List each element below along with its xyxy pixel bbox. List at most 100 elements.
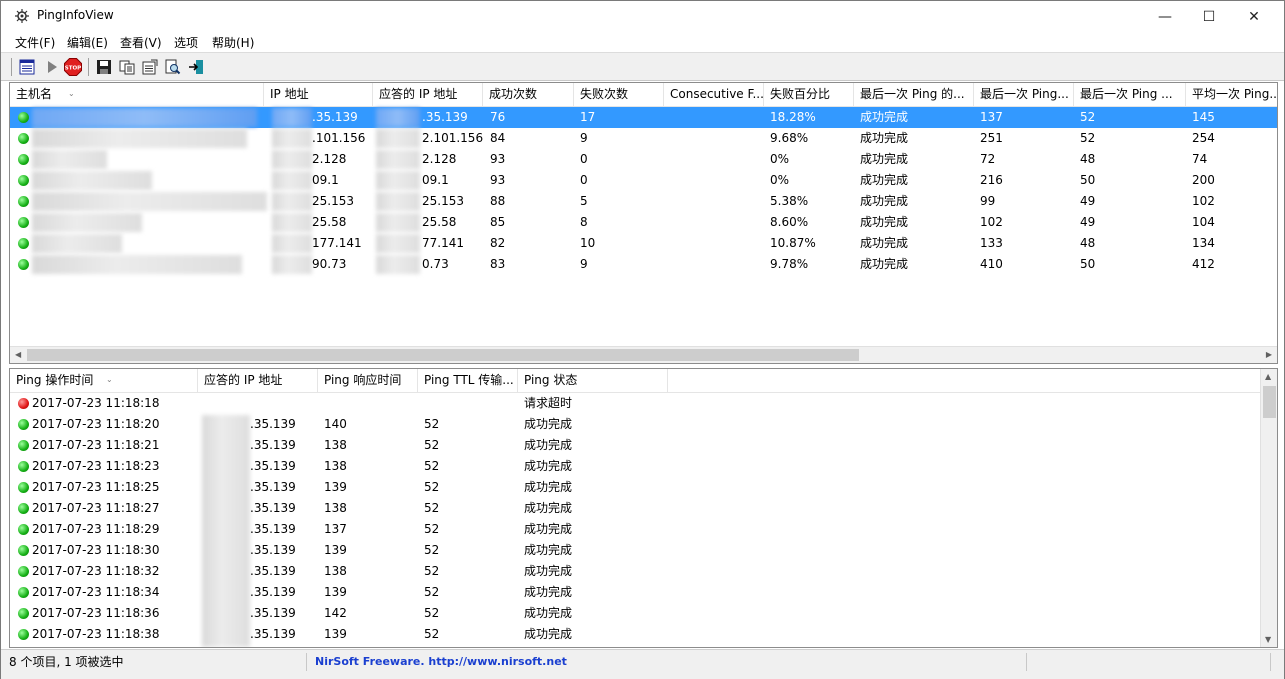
table-row[interactable]: 25.153 25.153 88 5 5.38% 成功完成 99 49 102 [10, 191, 1277, 212]
copy-icon[interactable] [118, 58, 136, 76]
list-item[interactable]: 2017-07-23 11:18:18 请求超时 [10, 393, 1277, 414]
table-row[interactable]: 90.73 0.73 83 9 9.78% 成功完成 410 50 412 [10, 254, 1277, 275]
cell-ip: 177.141 [312, 236, 362, 250]
cell-ttl: 52 [424, 585, 440, 599]
col-avg[interactable]: 平均一次 Ping... [1186, 83, 1277, 107]
properties-icon[interactable] [141, 58, 159, 76]
toolbar-separator [11, 58, 12, 76]
find-icon[interactable] [164, 58, 182, 76]
cell-consecutive [664, 191, 670, 212]
cell-last-time: 99 [980, 194, 996, 208]
col-last-time[interactable]: 最后一次 Ping... [974, 83, 1074, 107]
status-ok-icon [18, 196, 29, 207]
list-item[interactable]: 2017-07-23 11:18:36 .35.139 142 52 成功完成 [10, 603, 1277, 624]
list-item[interactable]: 2017-07-23 11:18:23 .35.139 138 52 成功完成 [10, 456, 1277, 477]
cell-response: 138 [324, 501, 347, 515]
title-bar[interactable]: PingInfoView — ☐ ✕ [1, 1, 1284, 32]
cell-reply-ip: .35.139 [250, 585, 296, 599]
table-row[interactable]: 177.141 77.141 82 10 10.87% 成功完成 133 48 … [10, 233, 1277, 254]
table-row[interactable]: 25.58 25.58 85 8 8.60% 成功完成 102 49 104 [10, 212, 1277, 233]
col-reply-ip[interactable]: 应答的 IP 地址 [373, 83, 483, 107]
menu-file[interactable]: 文件(F) [15, 34, 55, 51]
col-last-ttl[interactable]: 最后一次 Ping ... [1074, 83, 1186, 107]
menu-options[interactable]: 选项 [174, 34, 198, 51]
list-item[interactable]: 2017-07-23 11:18:27 .35.139 138 52 成功完成 [10, 498, 1277, 519]
cell-fail-pct: 0% [770, 152, 790, 166]
scroll-left-icon[interactable]: ◀ [15, 350, 21, 359]
redacted-reply-ip [376, 255, 420, 274]
exit-icon[interactable] [187, 58, 205, 76]
menu-edit[interactable]: 编辑(E) [67, 34, 108, 51]
list-item[interactable]: 2017-07-23 11:18:21 .35.139 138 52 成功完成 [10, 435, 1277, 456]
cell-avg: 145 [1192, 110, 1215, 124]
menu-help[interactable]: 帮助(H) [212, 34, 254, 51]
cell-ttl: 52 [424, 417, 440, 431]
cell-fail: 0 [580, 152, 588, 166]
nirsoft-link[interactable]: NirSoft Freeware. http://www.nirsoft.net [311, 653, 1027, 671]
scroll-down-icon[interactable]: ▼ [1265, 635, 1271, 644]
minimize-button[interactable]: — [1142, 1, 1188, 32]
col-fail-pct[interactable]: 失败百分比 [764, 83, 854, 107]
status-ok-icon [18, 133, 29, 144]
redacted-reply-ip [376, 192, 420, 211]
col-fail[interactable]: 失败次数 [574, 83, 664, 107]
cell-reply-ip: .35.139 [422, 110, 468, 124]
cell-success: 88 [490, 194, 506, 208]
cell-avg: 102 [1192, 194, 1215, 208]
cell-fail-pct: 9.68% [770, 131, 809, 145]
col-last-status[interactable]: 最后一次 Ping 的... [854, 83, 974, 107]
horizontal-scrollbar[interactable]: ◀ ▶ [10, 346, 1277, 363]
cell-consecutive [664, 254, 670, 275]
col-consecutive[interactable]: Consecutive F... [664, 83, 764, 107]
cell-response: 138 [324, 459, 347, 473]
col-hostname[interactable]: 主机名 ⌄ [10, 83, 264, 107]
col-response-time[interactable]: Ping 响应时间 [318, 369, 418, 393]
col-ping-status[interactable]: Ping 状态 [518, 369, 668, 393]
cell-status: 成功完成 [860, 257, 909, 271]
maximize-button[interactable]: ☐ [1186, 1, 1232, 32]
scroll-up-icon[interactable]: ▲ [1265, 372, 1271, 381]
cell-time: 2017-07-23 11:18:25 [32, 480, 160, 494]
close-button[interactable]: ✕ [1231, 1, 1277, 32]
stop-icon[interactable]: STOP [64, 58, 82, 76]
scroll-right-icon[interactable]: ▶ [1266, 350, 1272, 359]
list-item[interactable]: 2017-07-23 11:18:34 .35.139 139 52 成功完成 [10, 582, 1277, 603]
cell-time: 2017-07-23 11:18:23 [32, 459, 160, 473]
list-icon[interactable] [18, 58, 36, 76]
col-ping-time[interactable]: Ping 操作时间 ⌄ [10, 369, 198, 393]
cell-response: 139 [324, 480, 347, 494]
cell-ttl: 52 [424, 480, 440, 494]
col-ip[interactable]: IP 地址 [264, 83, 373, 107]
cell-ping-status: 成功完成 [524, 606, 573, 620]
table-row[interactable]: .101.156 2.101.156 84 9 9.68% 成功完成 251 5… [10, 128, 1277, 149]
cell-status: 成功完成 [860, 173, 909, 187]
col-success[interactable]: 成功次数 [483, 83, 574, 107]
scrollbar-thumb[interactable] [27, 349, 859, 361]
cell-ping-status: 成功完成 [524, 417, 573, 431]
list-item[interactable]: 2017-07-23 11:18:38 .35.139 139 52 成功完成 [10, 624, 1277, 645]
cell-fail: 9 [580, 257, 588, 271]
cell-fail: 5 [580, 194, 588, 208]
list-item[interactable]: 2017-07-23 11:18:30 .35.139 139 52 成功完成 [10, 540, 1277, 561]
cell-last-ttl: 52 [1080, 110, 1096, 124]
table-row[interactable]: .35.139 .35.139 76 17 18.28% 成功完成 137 52… [10, 107, 1277, 128]
menu-view[interactable]: 查看(V) [120, 34, 162, 51]
col-ttl[interactable]: Ping TTL 传输... [418, 369, 518, 393]
scrollbar-thumb[interactable] [1263, 386, 1276, 418]
col-history-reply-ip[interactable]: 应答的 IP 地址 [198, 369, 318, 393]
list-item[interactable]: 2017-07-23 11:18:32 .35.139 138 52 成功完成 [10, 561, 1277, 582]
save-icon[interactable] [95, 58, 113, 76]
vertical-scrollbar[interactable]: ▲ ▼ [1260, 369, 1277, 647]
table-row[interactable]: 09.1 09.1 93 0 0% 成功完成 216 50 200 [10, 170, 1277, 191]
table-row[interactable]: 2.128 2.128 93 0 0% 成功完成 72 48 74 [10, 149, 1277, 170]
item-count: 8 个项目, 1 项被选中 [5, 653, 307, 671]
list-item[interactable]: 2017-07-23 11:18:25 .35.139 139 52 成功完成 [10, 477, 1277, 498]
list-item[interactable]: 2017-07-23 11:18:20 .35.139 140 52 成功完成 [10, 414, 1277, 435]
play-icon[interactable] [43, 58, 61, 76]
cell-ip: 2.128 [312, 152, 347, 166]
cell-ping-status: 成功完成 [524, 522, 573, 536]
cell-response [318, 393, 324, 414]
cell-avg: 412 [1192, 257, 1215, 271]
cell-status: 成功完成 [860, 131, 909, 145]
list-item[interactable]: 2017-07-23 11:18:29 .35.139 137 52 成功完成 [10, 519, 1277, 540]
